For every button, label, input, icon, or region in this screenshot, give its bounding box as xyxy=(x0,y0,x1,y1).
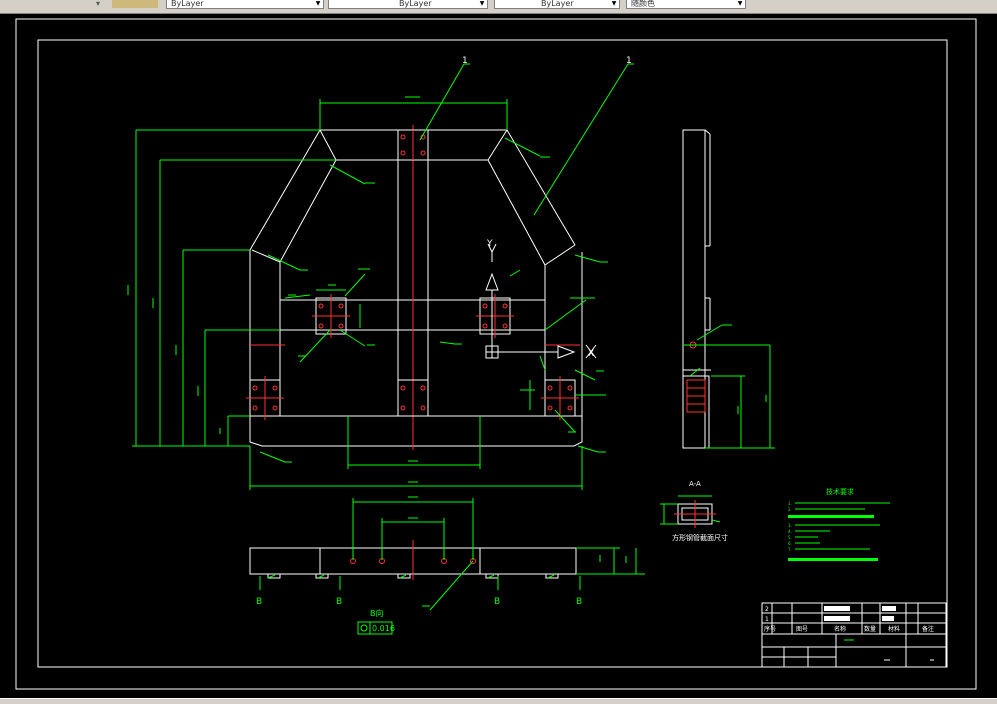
item-row-1: 1 xyxy=(765,616,769,623)
tech-notes: 1. 2. 3. 4. 5. 6. 7. xyxy=(788,501,890,561)
plotstyle-dropdown[interactable]: ByLayer ▼ xyxy=(494,0,620,9)
b-marker: B xyxy=(576,597,582,607)
item-row-2: 2 xyxy=(765,606,769,613)
lineweight-dropdown[interactable]: ByLayer ▼ xyxy=(328,0,488,9)
balloon-1: 1 xyxy=(462,56,468,66)
section-a-a xyxy=(660,495,721,528)
ucs-icon xyxy=(485,243,597,359)
svg-text:2.: 2. xyxy=(788,507,792,512)
title-block xyxy=(761,602,947,668)
svg-text:数量: 数量 xyxy=(864,625,876,633)
svg-text:3.: 3. xyxy=(788,523,792,528)
corner-line xyxy=(487,129,508,161)
svg-text:6.: 6. xyxy=(788,541,792,546)
lineweight-value: ByLayer xyxy=(399,0,432,8)
chevron-down-icon[interactable]: ▼ xyxy=(314,0,322,8)
b-marker: B xyxy=(336,597,342,607)
layer-state-icon[interactable]: ▾ xyxy=(96,0,100,8)
plotstyle-value: ByLayer xyxy=(541,0,574,8)
frame-outline xyxy=(249,250,583,417)
ucs-x-label: X xyxy=(588,349,594,359)
bottom-view xyxy=(249,496,645,611)
svg-text:1.: 1. xyxy=(788,501,792,506)
chevron-down-icon[interactable]: ▼ xyxy=(478,0,486,8)
view-b-label: B向 xyxy=(370,608,384,618)
properties-toolbar: ▾ ByLayer ▼ ByLayer ▼ ByLayer ▼ 随颜色 ▼ xyxy=(0,0,997,14)
base-plate xyxy=(249,416,583,447)
frame-joint-right xyxy=(544,244,576,266)
svg-text:名称: 名称 xyxy=(834,625,846,633)
color-dropdown[interactable]: 随颜色 ▼ xyxy=(626,0,746,9)
color-value: 随颜色 xyxy=(631,0,655,8)
chevron-down-icon[interactable]: ▼ xyxy=(736,0,744,8)
linetype-value: ByLayer xyxy=(171,0,204,8)
section-caption: 方形钢管截面尺寸 xyxy=(672,533,728,542)
svg-text:4.: 4. xyxy=(788,529,792,534)
title-block-headers: 序号 图号 名称 数量 材料 备注 xyxy=(764,625,934,633)
front-dimensions xyxy=(127,63,634,490)
svg-text:材料: 材料 xyxy=(888,625,900,633)
layer-icons[interactable] xyxy=(112,0,158,8)
status-bar xyxy=(0,698,997,704)
corner-line xyxy=(319,129,337,161)
linetype-dropdown[interactable]: ByLayer ▼ xyxy=(166,0,324,9)
balloon-2: 1 xyxy=(626,56,632,66)
svg-text:5.: 5. xyxy=(788,535,792,540)
svg-text:7.: 7. xyxy=(788,547,792,552)
tolerance-value: 0.016 xyxy=(372,624,395,633)
b-marker: B xyxy=(494,597,500,607)
side-view xyxy=(682,129,775,449)
front-view: Y X xyxy=(246,125,597,450)
chevron-down-icon[interactable]: ▼ xyxy=(610,0,618,8)
ucs-y-label: Y xyxy=(486,239,493,249)
drawing-canvas[interactable]: Y X 1 1 A-A 方形钢管截面尺寸 B B B B B向 0.016 技术… xyxy=(0,14,997,704)
b-marker: B xyxy=(256,597,262,607)
svg-text:序号: 序号 xyxy=(764,625,776,633)
section-label: A-A xyxy=(689,480,701,488)
svg-text:备注: 备注 xyxy=(922,625,934,633)
side-outline xyxy=(682,129,706,449)
tech-title: 技术要求 xyxy=(826,487,854,496)
frame-joint xyxy=(251,249,281,263)
svg-text:图号: 图号 xyxy=(796,626,808,633)
